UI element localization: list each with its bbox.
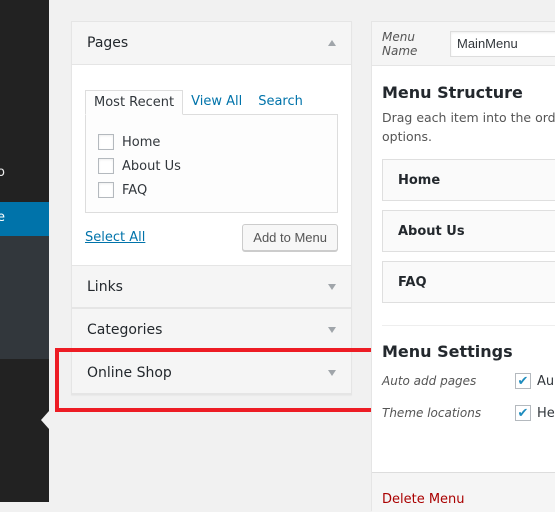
select-all-link[interactable]: Select All (85, 230, 145, 245)
categories-section[interactable]: Categories (72, 308, 351, 351)
menu-editor: Menu Name Menu Structure Drag each item … (371, 21, 555, 512)
pages-tabs: Most Recent View All Search (85, 90, 338, 115)
highlight-annotation (55, 348, 382, 412)
page-label: About Us (122, 158, 181, 174)
menu-item[interactable]: Home (382, 159, 555, 201)
delete-menu-link[interactable]: Delete Menu (382, 492, 465, 507)
auto-add-checkbox[interactable]: ✔ (515, 373, 531, 389)
links-title: Links (87, 278, 123, 295)
page-item[interactable]: FAQ (98, 178, 325, 202)
menu-structure-desc: Drag each item into the orde options. (382, 110, 555, 144)
page-checkbox[interactable] (98, 134, 114, 150)
page-label: FAQ (122, 182, 148, 198)
pages-box: Pages Most Recent View All Search Home A… (71, 21, 352, 395)
links-section[interactable]: Links (72, 265, 351, 308)
pages-title: Pages (87, 35, 129, 51)
auto-add-label: Auto add pages (382, 374, 477, 388)
sidebar-item-partial[interactable]: o (0, 165, 5, 180)
theme-location-checkbox[interactable]: ✔ (515, 405, 531, 421)
auto-add-value: Au (537, 373, 555, 389)
sidebar-submenu (0, 236, 49, 359)
tab-search[interactable]: Search (250, 90, 311, 115)
menu-item[interactable]: FAQ (382, 261, 555, 303)
tab-most-recent[interactable]: Most Recent (85, 90, 184, 115)
menu-settings-title: Menu Settings (382, 342, 513, 361)
menu-name-label: Menu Name (382, 29, 418, 58)
categories-title: Categories (87, 321, 163, 338)
tab-view-all[interactable]: View All (183, 90, 250, 115)
menu-item[interactable]: About Us (382, 210, 555, 252)
sidebar-item-active-label: e (0, 210, 5, 225)
theme-location-value: He (537, 405, 555, 421)
theme-locations-label: Theme locations (382, 406, 482, 420)
pages-list: Home About Us FAQ (85, 114, 338, 213)
expand-arrow-icon[interactable] (328, 283, 336, 290)
active-pointer-icon (41, 411, 49, 429)
divider (382, 325, 555, 326)
page-item[interactable]: Home (98, 130, 325, 154)
sidebar-item-active[interactable]: e (0, 202, 49, 429)
add-to-menu-button[interactable]: Add to Menu (242, 224, 338, 251)
page-label: Home (122, 134, 161, 150)
admin-sidebar: o e (0, 0, 49, 502)
pages-header[interactable]: Pages (72, 22, 351, 65)
collapse-arrow-icon[interactable] (328, 40, 336, 46)
expand-arrow-icon[interactable] (328, 326, 336, 333)
page-checkbox[interactable] (98, 182, 114, 198)
menu-name-input[interactable] (450, 30, 555, 57)
add-menu-items-panel: Pages Most Recent View All Search Home A… (71, 21, 352, 395)
menu-footer: Delete Menu (372, 472, 555, 512)
page-item[interactable]: About Us (98, 154, 325, 178)
page-checkbox[interactable] (98, 158, 114, 174)
menu-structure-title: Menu Structure (382, 83, 523, 102)
